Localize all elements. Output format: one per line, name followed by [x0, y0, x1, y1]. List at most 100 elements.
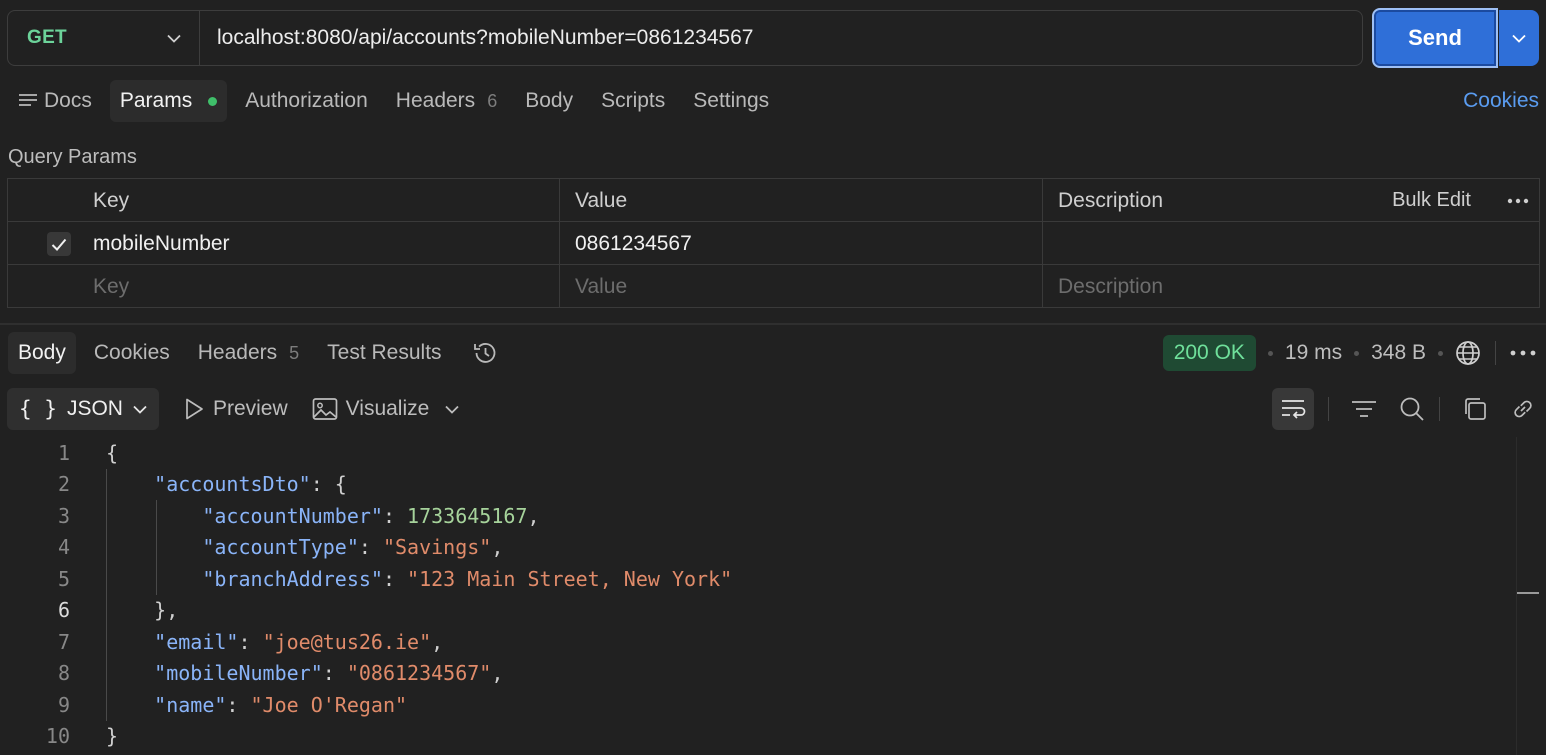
code-text: "email": "joe@tus26.ie",: [154, 629, 444, 654]
response-size[interactable]: 348 B: [1371, 341, 1426, 365]
table-header-row: Key Value Description Bulk Edit: [8, 179, 1539, 222]
divider: [1495, 341, 1496, 365]
scrollbar-track[interactable]: [1516, 437, 1546, 755]
line-number: 7: [57, 629, 70, 654]
pane-divider[interactable]: [0, 323, 1546, 325]
tab-params[interactable]: Params: [109, 80, 228, 122]
new-description-input[interactable]: Description: [1042, 265, 1539, 308]
code-text: "accountNumber": 1733645167,: [202, 503, 540, 528]
response-tabs: Body Cookies Headers 5 Test Results: [8, 332, 500, 374]
divider: [1439, 397, 1440, 421]
check-icon: [51, 238, 67, 251]
format-select[interactable]: { } JSON: [7, 388, 159, 430]
send-options-button[interactable]: [1499, 10, 1539, 66]
send-button[interactable]: Send: [1372, 8, 1498, 68]
tab-docs-label: Docs: [44, 89, 92, 112]
query-params-table: Key Value Description Bulk Edit mobileNu…: [7, 178, 1540, 308]
method-select[interactable]: GET: [8, 11, 200, 65]
tab-docs[interactable]: Docs: [8, 80, 102, 122]
line-number: 5: [57, 566, 70, 591]
chevron-down-icon: [445, 405, 467, 414]
headers-count: 6: [487, 90, 498, 111]
response-time[interactable]: 19 ms: [1285, 341, 1342, 365]
code-text: {: [106, 440, 119, 465]
response-tab-test-results[interactable]: Test Results: [317, 332, 451, 374]
code-text: }: [106, 724, 119, 749]
chevron-down-icon: [1512, 34, 1526, 43]
code-text: "accountType": "Savings",: [202, 535, 504, 560]
url-input[interactable]: [200, 11, 1362, 65]
more-horizontal-icon[interactable]: [1510, 350, 1536, 356]
response-body-code[interactable]: 1 { 2 "accountsDto": { 3 "accountNumber"…: [0, 437, 1516, 755]
code-text: },: [106, 598, 179, 623]
request-tabs: Docs Params Authorization Headers 6 Body…: [8, 80, 787, 122]
param-key-cell[interactable]: mobileNumber: [78, 222, 559, 265]
response-tab-headers[interactable]: Headers 5: [188, 332, 309, 374]
column-header-key: Key: [93, 188, 130, 212]
response-tab-test-results-label: Test Results: [327, 341, 442, 364]
preview-button[interactable]: Preview: [183, 397, 288, 421]
chevron-down-icon: [133, 405, 147, 414]
separator-dot: [1354, 350, 1360, 356]
tab-settings-label: Settings: [693, 89, 770, 112]
body-actions: [1272, 388, 1536, 430]
tab-authorization[interactable]: Authorization: [235, 80, 378, 122]
response-tab-body-label: Body: [18, 341, 66, 364]
param-value-cell[interactable]: 0861234567: [559, 222, 1042, 265]
image-icon: [312, 397, 346, 421]
response-tab-cookies-label: Cookies: [93, 341, 170, 364]
search-icon[interactable]: [1399, 396, 1425, 422]
tab-body-label: Body: [525, 89, 574, 112]
tab-settings[interactable]: Settings: [683, 80, 779, 122]
status-badge[interactable]: 200 OK: [1162, 335, 1256, 371]
wrap-icon: [1280, 398, 1306, 420]
separator-dot: [1267, 350, 1273, 356]
tab-scripts[interactable]: Scripts: [591, 80, 675, 122]
format-label: JSON: [66, 397, 123, 420]
more-horizontal-icon[interactable]: [1507, 179, 1529, 222]
request-url-bar: GET: [7, 10, 1363, 66]
history-icon[interactable]: [472, 340, 500, 366]
table-row-empty: Key Value Description: [8, 265, 1539, 308]
code-line: 8 "mobileNumber": "0861234567",: [0, 658, 503, 690]
line-number: 3: [57, 503, 70, 528]
link-icon[interactable]: [1510, 396, 1536, 422]
code-line: 6 },: [0, 595, 178, 627]
tab-params-label: Params: [119, 89, 193, 112]
response-tab-body[interactable]: Body: [8, 332, 76, 374]
param-description-cell[interactable]: [1042, 222, 1539, 265]
braces-icon: { }: [19, 397, 57, 421]
docs-icon: [18, 92, 38, 110]
column-header-value: Value: [559, 179, 1042, 222]
chevron-down-icon: [167, 34, 181, 43]
tab-headers[interactable]: Headers 6: [386, 80, 507, 122]
divider: [1328, 397, 1329, 421]
filter-icon[interactable]: [1351, 399, 1377, 419]
code-line: 3 "accountNumber": 1733645167,: [0, 500, 540, 532]
code-text: "accountsDto": {: [154, 472, 347, 497]
globe-icon[interactable]: [1455, 340, 1481, 366]
visualize-button[interactable]: Visualize: [312, 397, 429, 421]
response-tab-cookies[interactable]: Cookies: [84, 332, 180, 374]
visualize-options-button[interactable]: [445, 405, 467, 414]
code-line: 4 "accountType": "Savings",: [0, 532, 503, 564]
method-label: GET: [27, 27, 67, 48]
code-line: 10 }: [0, 721, 118, 753]
new-key-input[interactable]: Key: [78, 265, 559, 308]
new-value-input[interactable]: Value: [559, 265, 1042, 308]
line-number: 4: [57, 535, 70, 560]
bulk-edit-button[interactable]: Bulk Edit: [1392, 179, 1471, 222]
response-tab-headers-label: Headers: [197, 341, 278, 364]
line-number: 1: [57, 440, 70, 465]
response-body-toolbar: { } JSON Preview Visualize: [7, 388, 467, 430]
scrollbar-thumb[interactable]: [1517, 592, 1539, 594]
cookies-link[interactable]: Cookies: [1463, 89, 1539, 113]
tab-body[interactable]: Body: [515, 80, 583, 122]
query-params-title: Query Params: [8, 146, 137, 168]
line-number: 2: [57, 472, 70, 497]
wrap-lines-button[interactable]: [1272, 388, 1314, 430]
copy-icon[interactable]: [1462, 396, 1488, 422]
tab-authorization-label: Authorization: [245, 89, 368, 112]
param-enabled-checkbox[interactable]: [47, 232, 71, 256]
tab-scripts-label: Scripts: [601, 89, 666, 112]
